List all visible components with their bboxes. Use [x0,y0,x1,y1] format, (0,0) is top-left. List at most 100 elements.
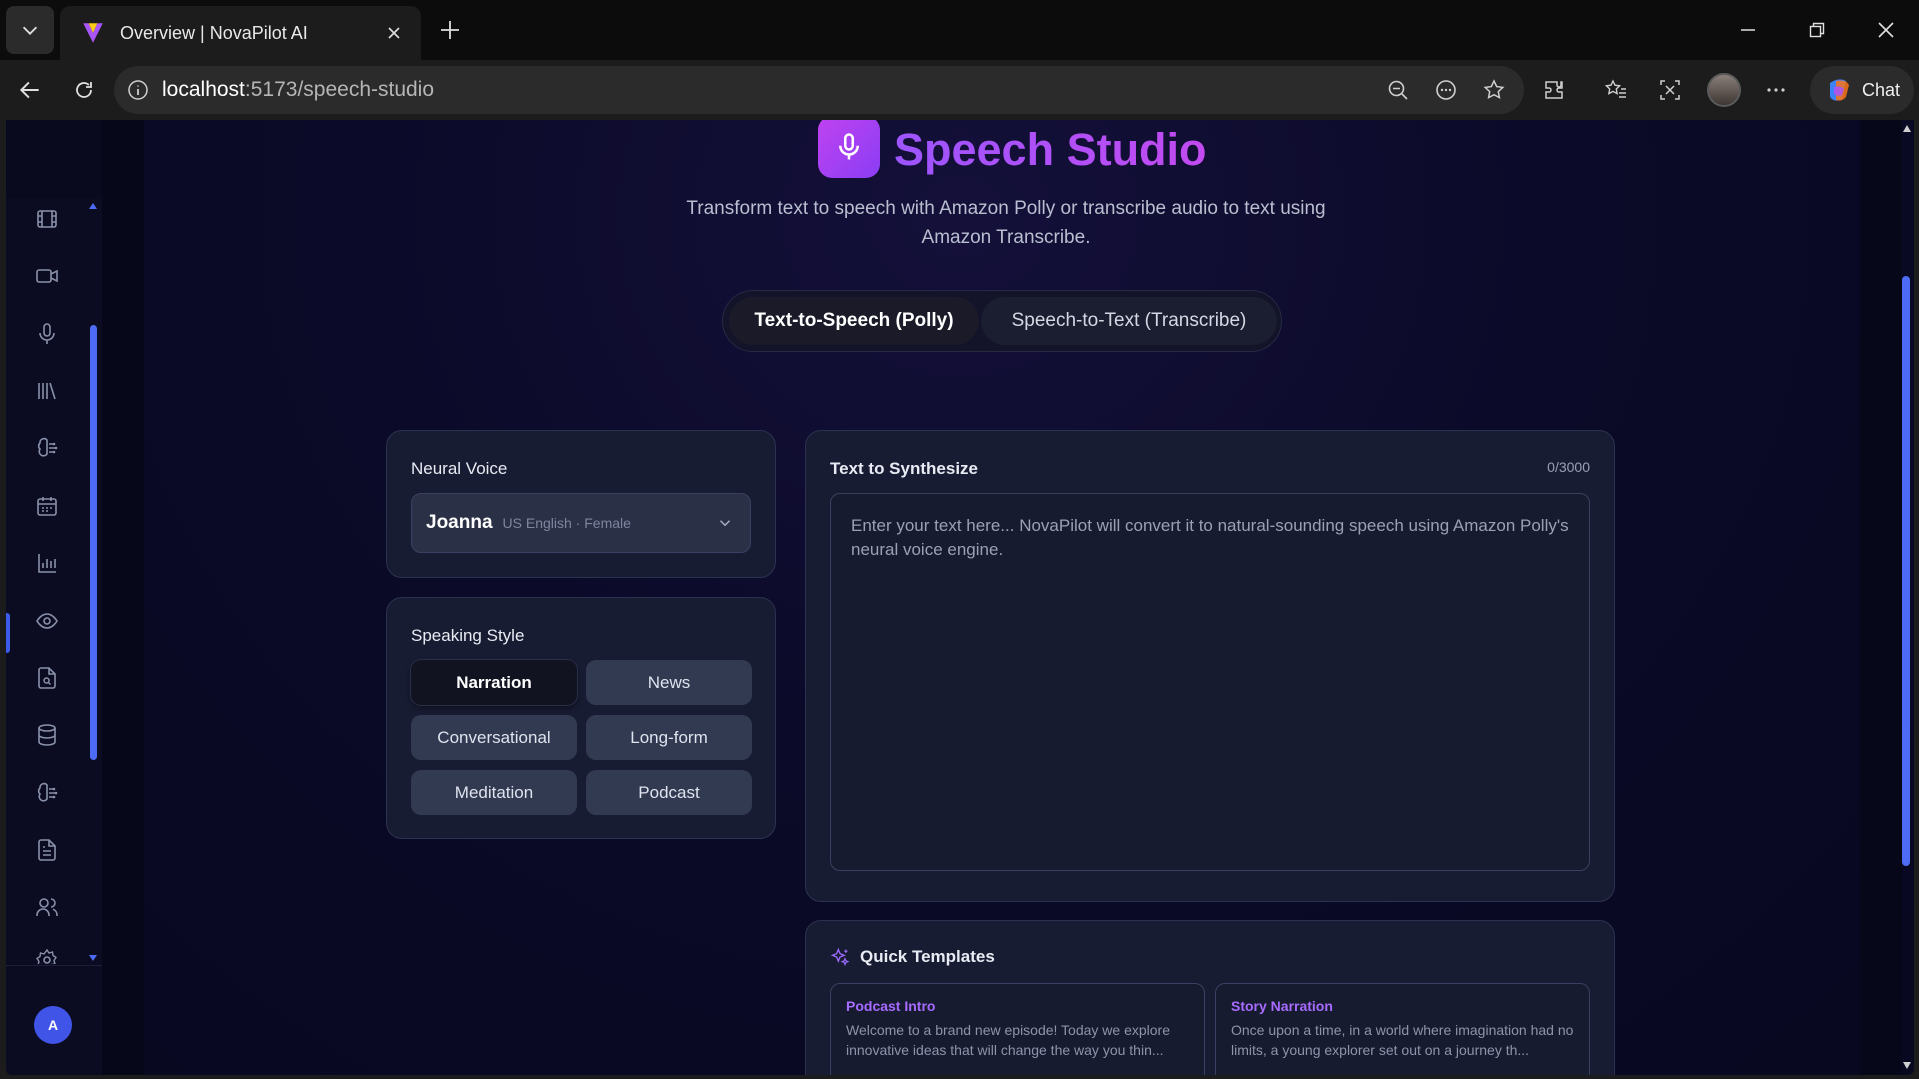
template-title: Story Narration [1231,998,1333,1014]
tab-speech-to-text[interactable]: Speech-to-Text (Transcribe) [981,297,1277,345]
copilot-icon [1829,79,1849,101]
database-icon [38,724,56,746]
brain-icon [37,782,58,802]
site-info-icon[interactable] [126,78,150,102]
sidebar-item-ai-brain-2[interactable] [32,778,62,808]
template-card-podcast-intro[interactable]: Podcast Intro Welcome to a brand new epi… [830,983,1205,1075]
speaking-style-panel: Speaking Style Narration News Conversati… [386,597,776,839]
sidebar-item-ai-brain[interactable] [32,433,62,463]
novapilot-logo-icon [83,23,103,43]
template-text: Once upon a time, in a world where imagi… [1231,1022,1574,1058]
url-host: localhost [162,78,245,101]
sidebar-item-speech[interactable] [32,319,62,349]
close-icon [388,27,400,39]
tab-list-button[interactable] [6,6,54,54]
more-dots-icon [1767,88,1785,92]
browser-toolbar: localhost:5173/speech-studio Chat [0,60,1919,120]
reload-button[interactable] [64,70,104,110]
page-scroll-up-icon[interactable] [1902,124,1912,134]
close-icon [1878,22,1894,38]
calendar-icon [37,497,57,516]
page-scroll-down-icon[interactable] [1902,1060,1912,1070]
microphone-icon [39,323,55,344]
sidebar-item-film[interactable] [32,204,62,234]
title-bar: Overview | NovaPilot AI [0,0,1919,60]
sidebar-item-analytics[interactable] [32,548,62,578]
voice-select[interactable]: Joanna US English · Female [411,493,751,553]
tab-title: Overview | NovaPilot AI [120,22,308,43]
browser-window: Overview | NovaPilot AI localhost:5173/s… [0,0,1919,1079]
profile-avatar [1707,73,1741,107]
speaking-style-label: Speaking Style [411,626,525,645]
more-menu-button[interactable] [1756,70,1796,110]
page-scrollbar[interactable] [1902,276,1910,866]
restore-button[interactable] [1791,8,1843,52]
sidebar-item-video[interactable] [32,261,62,291]
page-gutter-right [1860,120,1902,1075]
extensions-button[interactable] [1534,70,1574,110]
screenshot-button[interactable] [1650,70,1690,110]
microphone-icon [839,133,859,160]
minimize-button[interactable] [1722,8,1774,52]
chat-label: Chat [1861,79,1901,100]
sidebar-header [6,120,102,198]
users-icon [36,898,58,916]
document-icon [38,839,56,861]
style-option-narration[interactable]: Narration [411,660,577,705]
sidebar-scroll-down-icon[interactable] [88,954,98,962]
style-option-meditation[interactable]: Meditation [411,770,577,815]
synth-label: Text to Synthesize [830,459,978,478]
template-text: Welcome to a brand new episode! Today we… [846,1022,1171,1058]
style-option-long-form[interactable]: Long-form [586,715,752,760]
address-bar[interactable]: localhost:5173/speech-studio [114,66,1524,114]
speech-studio-logo [818,120,880,178]
sidebar-item-documents[interactable] [32,835,62,865]
plus-icon [441,21,459,39]
sidebar-item-database[interactable] [32,720,62,750]
sidebar-item-users[interactable] [32,892,62,922]
new-tab-button[interactable] [432,12,468,48]
synth-text-input[interactable] [830,493,1590,871]
chevron-down-icon [22,26,38,35]
address-bar-actions [1378,70,1514,110]
tab-text-to-speech[interactable]: Text-to-Speech (Polly) [729,297,979,345]
style-option-podcast[interactable]: Podcast [586,770,752,815]
back-button[interactable] [10,70,50,110]
copilot-chat-button[interactable]: Chat [1810,66,1914,114]
profile-button[interactable] [1704,70,1744,110]
sidebar-scrollbar[interactable] [90,325,97,760]
page-subtitle: Transform text to speech with Amazon Pol… [686,198,1326,248]
sidebar-item-settings[interactable] [32,948,62,964]
sidebar-item-overview[interactable] [32,606,62,636]
character-counter: 0/3000 [1547,459,1590,475]
template-card-story-narration[interactable]: Story Narration Once upon a time, in a w… [1215,983,1590,1075]
style-option-news[interactable]: News [586,660,752,705]
voice-name: Joanna [426,512,493,533]
screenshot-icon [1660,80,1680,100]
sidebar: A [6,120,102,1075]
favorite-star-icon[interactable] [1474,70,1514,110]
page-title: Speech Studio [894,124,1207,175]
video-camera-icon [36,269,58,283]
quick-templates-panel: Quick Templates Podcast Intro Welcome to… [805,920,1615,1075]
style-option-conversational[interactable]: Conversational [411,715,577,760]
neural-voice-panel: Neural Voice Joanna US English · Female [386,430,776,578]
browser-tab[interactable]: Overview | NovaPilot AI [60,6,421,60]
film-icon [37,210,57,228]
favorites-button[interactable] [1596,70,1636,110]
favorites-list-icon [1604,79,1626,98]
brain-icon [37,437,58,457]
user-avatar[interactable]: A [34,1006,72,1044]
reader-mode-icon[interactable] [1426,70,1466,110]
voice-meta: US English · Female [502,515,631,531]
close-window-button[interactable] [1860,8,1912,52]
quick-templates-label: Quick Templates [860,947,995,966]
sidebar-item-library[interactable] [32,376,62,406]
tab-close-button[interactable] [379,18,409,48]
page-gutter-left [102,120,144,1075]
sidebar-scroll-up-icon[interactable] [88,202,98,210]
quick-templates-header: Quick Templates [830,947,995,967]
sidebar-item-document-search[interactable] [32,663,62,693]
sidebar-item-calendar[interactable] [32,491,62,521]
zoom-out-icon[interactable] [1378,70,1418,110]
